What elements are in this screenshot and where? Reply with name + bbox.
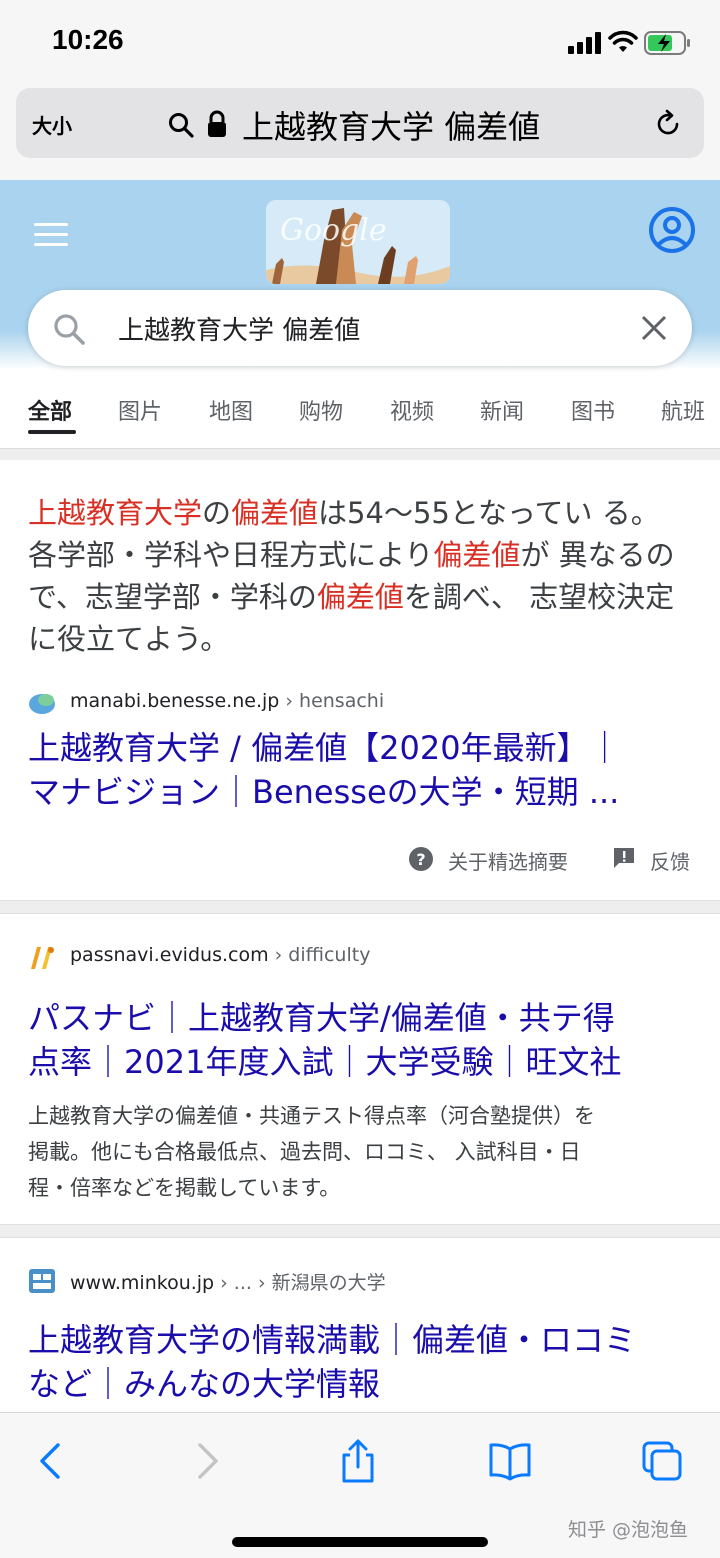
result-title-link[interactable]: パスナビ｜上越教育大学/偏差値・共テ得 点率｜2021年度入試｜大学受験｜旺文社 xyxy=(28,996,698,1084)
description-line: 掲載。他にも合格最低点、過去問、ロコミ、 入試科目・日 xyxy=(28,1140,581,1164)
title-line: マナビジョン｜Benesseの大学・短期 ... xyxy=(28,773,620,811)
card-separator xyxy=(0,900,720,914)
svg-text:?: ? xyxy=(416,850,425,869)
site-path: › hensachi xyxy=(279,690,385,712)
title-line: 上越教育大学 / 偏差値【2020年最新】｜ xyxy=(28,729,621,767)
snippet-footer: ? 关于精选摘要 反馈 xyxy=(0,844,720,878)
reload-icon[interactable] xyxy=(652,108,684,140)
feedback-icon[interactable] xyxy=(612,846,636,870)
tabs-icon[interactable] xyxy=(640,1439,684,1483)
snippet-text: の xyxy=(202,496,232,530)
passnavi-favicon-icon xyxy=(31,947,54,969)
address-text[interactable]: 上越教育大学 偏差値 xyxy=(242,102,540,148)
status-time: 10:26 xyxy=(52,24,124,55)
title-line: など｜みんなの大学情報 xyxy=(28,1365,381,1403)
snippet-highlight: 偏差値 xyxy=(231,496,319,530)
search-input[interactable]: 上越教育大学 偏差値 xyxy=(118,310,360,347)
site-domain: passnavi.evidus.com xyxy=(70,944,269,966)
result-title-link[interactable]: 上越教育大学の情報満載｜偏差値・ロコミ など｜みんなの大学情報 xyxy=(28,1318,698,1406)
search-icon xyxy=(169,113,194,138)
featured-snippet-text: 上越教育大学の偏差値は54～55となってい る。 各学部・学科や日程方式により偏… xyxy=(28,492,688,660)
tab-books[interactable]: 图书 xyxy=(571,394,615,426)
browser-toolbar-bottom: 知乎 @泡泡鱼 xyxy=(0,1412,720,1558)
snippet-highlight: 偏差値 xyxy=(433,538,521,572)
tab-all[interactable]: 全部 xyxy=(28,394,72,426)
google-search-box[interactable]: 上越教育大学 偏差値 xyxy=(28,290,692,366)
share-icon[interactable] xyxy=(336,1439,380,1483)
result-title-link[interactable]: 上越教育大学 / 偏差値【2020年最新】｜ マナビジョン｜Benesseの大学… xyxy=(28,726,698,814)
snippet-highlight: 上越教育大学 xyxy=(28,496,203,530)
title-line: パスナビ｜上越教育大学/偏差値・共テ得 xyxy=(28,999,615,1037)
minkou-favicon-icon xyxy=(29,1269,55,1293)
search-icon xyxy=(54,314,85,345)
feedback-link[interactable]: 反馈 xyxy=(650,846,690,875)
tab-maps[interactable]: 地图 xyxy=(209,394,253,426)
featured-snippet-card: 上越教育大学の偏差値は54～55となってい る。 各学部・学科や日程方式により偏… xyxy=(0,460,720,900)
search-result-card: www.minkou.jp › ... › 新潟県の大学 上越教育大学の情報満載… xyxy=(0,1238,720,1412)
bookmarks-icon[interactable] xyxy=(488,1439,532,1483)
divider xyxy=(0,448,720,460)
description-line: 程・倍率などを掲載しています。 xyxy=(28,1176,341,1200)
snippet-highlight: 偏差値 xyxy=(316,580,404,614)
site-domain: manabi.benesse.ne.jp xyxy=(70,690,280,712)
clear-icon[interactable] xyxy=(640,314,668,342)
search-tabs: 全部 图片 地图 购物 视频 新闻 图书 航班 xyxy=(0,384,720,450)
search-result-card: passnavi.evidus.com › difficulty パスナビ｜上越… xyxy=(0,914,720,1224)
address-bar[interactable]: 大小 上越教育大学 偏差値 xyxy=(16,88,704,158)
text-size-button[interactable]: 大小 xyxy=(32,110,72,139)
tab-flights[interactable]: 航班 xyxy=(661,394,705,426)
site-path: › ... › 新潟県の大学 xyxy=(214,1272,386,1294)
result-site: www.minkou.jp › ... › 新潟県の大学 xyxy=(70,1268,386,1295)
hamburger-menu-icon[interactable] xyxy=(34,222,70,248)
tab-shopping[interactable]: 购物 xyxy=(299,394,343,426)
home-indicator[interactable] xyxy=(232,1537,488,1547)
tab-news[interactable]: 新闻 xyxy=(480,394,524,426)
back-icon[interactable] xyxy=(30,1439,74,1483)
result-site: manabi.benesse.ne.jp › hensachi xyxy=(70,690,384,712)
active-tab-indicator xyxy=(28,430,76,434)
help-icon[interactable]: ? xyxy=(408,846,434,872)
wifi-icon xyxy=(608,30,638,52)
browser-toolbar-top: 大小 上越教育大学 偏差値 xyxy=(0,88,720,180)
card-separator xyxy=(0,1224,720,1238)
battery-charging-icon xyxy=(644,31,690,55)
site-path: › difficulty xyxy=(268,944,371,966)
lock-icon xyxy=(208,110,226,137)
tab-videos[interactable]: 视频 xyxy=(390,394,434,426)
site-domain: www.minkou.jp xyxy=(70,1272,215,1294)
google-doodle-logo[interactable]: Google xyxy=(266,200,450,284)
result-site: passnavi.evidus.com › difficulty xyxy=(70,944,370,966)
result-description: 上越教育大学の偏差値・共通テスト得点率（河合塾提供）を 掲載。他にも合格最低点、… xyxy=(28,1098,692,1206)
doodle-illustration: Google xyxy=(266,200,450,284)
about-featured-snippets-link[interactable]: 关于精选摘要 xyxy=(448,846,568,875)
benesse-favicon-icon xyxy=(29,694,55,714)
description-line: 上越教育大学の偏差値・共通テスト得点率（河合塾提供）を xyxy=(28,1104,595,1128)
tab-images[interactable]: 图片 xyxy=(118,394,162,426)
svg-text:Google: Google xyxy=(280,213,387,248)
status-bar: 10:26 xyxy=(0,0,720,88)
cellular-signal-icon xyxy=(568,32,601,54)
title-line: 点率｜2021年度入試｜大学受験｜旺文社 xyxy=(28,1043,622,1081)
forward-icon[interactable] xyxy=(184,1439,228,1483)
account-icon[interactable] xyxy=(648,206,696,254)
zhihu-watermark: 知乎 @泡泡鱼 xyxy=(568,1519,689,1541)
title-line: 上越教育大学の情報満載｜偏差値・ロコミ xyxy=(28,1321,637,1359)
